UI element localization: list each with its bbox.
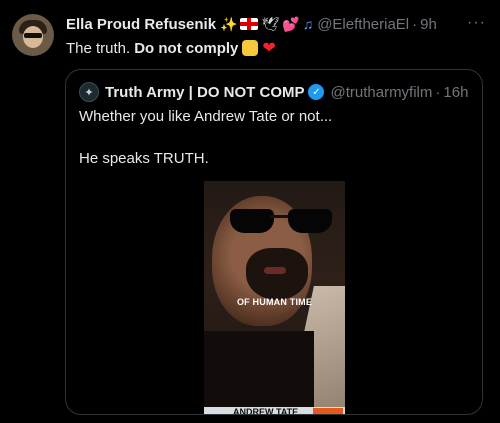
- music-notes-icon: ♫: [302, 16, 314, 32]
- video-shirt: [204, 331, 314, 414]
- sunglasses-icon: [230, 209, 340, 235]
- separator-dot: ·: [435, 83, 441, 101]
- quoted-author-handle: @trutharmyfilm: [330, 83, 433, 101]
- avatar[interactable]: [12, 14, 54, 56]
- video-thumbnail[interactable]: OF HUMAN TIME ANDREW TATE: [204, 181, 345, 415]
- quoted-header: ✦ Truth Army | DO NOT COMP ✓ @trutharmyf…: [79, 82, 472, 102]
- raised-fist-icon: [242, 40, 259, 56]
- quoted-text-line-1: Whether you like Andrew Tate or not...: [79, 108, 333, 125]
- tweet[interactable]: Ella Proud Refusenik ✨ 🕊 💕 ♫ @Eleftheria…: [0, 0, 500, 423]
- quoted-avatar: ✦: [79, 82, 99, 102]
- more-options-icon[interactable]: ···: [467, 14, 486, 32]
- separator-dot: ·: [412, 15, 418, 33]
- sparkles-icon: ✨: [220, 15, 238, 32]
- tweet-header: Ella Proud Refusenik ✨ 🕊 💕 ♫ @Eleftheria…: [66, 14, 492, 34]
- england-flag-icon: [240, 18, 259, 30]
- quoted-tweet[interactable]: ✦ Truth Army | DO NOT COMP ✓ @trutharmyf…: [65, 69, 483, 415]
- video-mouth: [264, 267, 286, 274]
- video-beard: [246, 248, 308, 300]
- name-emojis: ✨ 🕊 💕 ♫: [220, 16, 313, 33]
- avatar-glasses: [24, 33, 42, 38]
- tweet-text: The truth. Do not comply ❤: [66, 38, 276, 58]
- hearts-icon: 💕: [282, 15, 300, 32]
- video-caption: OF HUMAN TIME: [236, 297, 313, 307]
- quoted-author-name: Truth Army | DO NOT COMP: [105, 83, 305, 101]
- author-name[interactable]: Ella Proud Refusenik: [66, 16, 216, 33]
- red-heart-icon: ❤: [262, 40, 276, 57]
- dove-icon: 🕊: [261, 15, 280, 32]
- tweet-text-plain: The truth.: [66, 39, 131, 57]
- video-lower-third-text: ANDREW TATE: [233, 407, 299, 415]
- tweet-text-bold: Do not comply: [134, 39, 239, 57]
- verified-badge-icon: ✓: [308, 84, 325, 100]
- author-handle[interactable]: @EleftheriaEl: [317, 16, 409, 33]
- video-lower-third-tag: [313, 408, 343, 414]
- video-lower-third: ANDREW TATE: [204, 407, 345, 415]
- tweet-time[interactable]: 9h: [420, 16, 437, 33]
- quoted-text-line-2: He speaks TRUTH.: [79, 150, 209, 167]
- quoted-time: 16h: [443, 83, 469, 101]
